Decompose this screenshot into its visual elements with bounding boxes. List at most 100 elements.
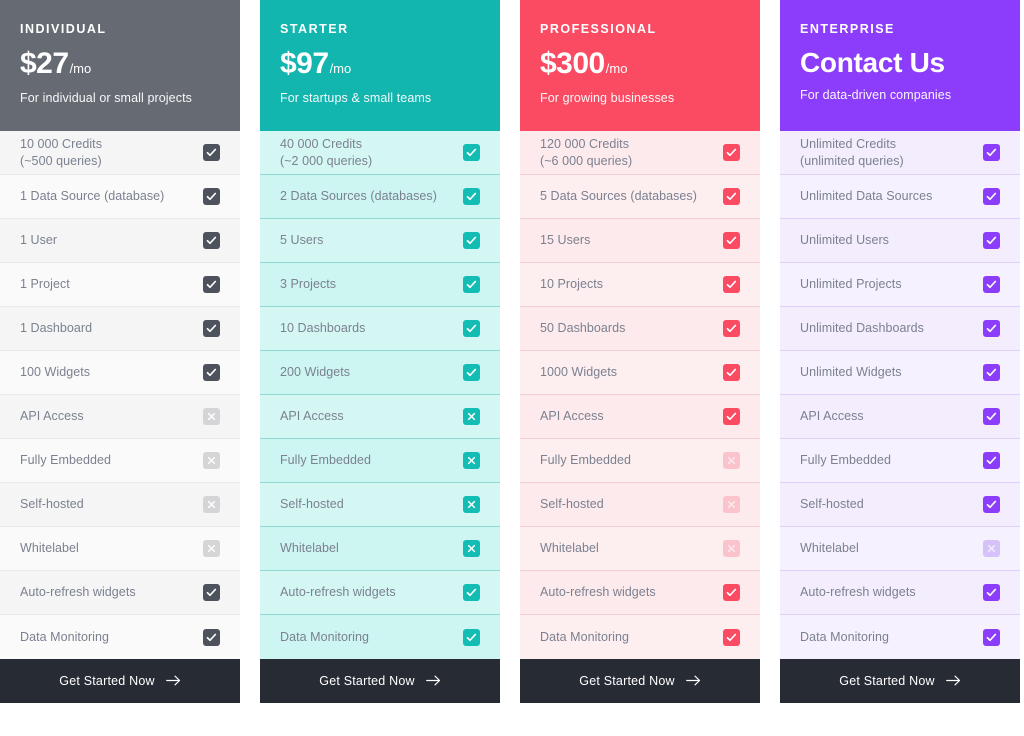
get-started-button-individual[interactable]: Get Started Now <box>0 659 240 703</box>
get-started-label: Get Started Now <box>319 673 415 688</box>
feature-label-main: 1 Project <box>20 277 70 292</box>
checkbox-checked-icon <box>983 628 1000 646</box>
feature-label: Unlimited Credits (unlimited queries) <box>800 136 904 170</box>
feature-row: 1 Data Source (database) <box>0 175 240 220</box>
checkbox-checked-icon <box>983 320 1000 338</box>
checkbox-cross-icon <box>723 452 740 470</box>
feature-row: 100 Widgets <box>0 351 240 396</box>
feature-label: Data Monitoring <box>800 629 889 646</box>
plan-tagline: For data-driven companies <box>800 88 952 103</box>
checkbox-checked-icon <box>463 628 480 646</box>
plan-header-professional: PROFESSIONAL $300/mo For growing businesse… <box>520 0 760 132</box>
checkbox-cross-icon <box>983 540 1000 558</box>
plan-tagline: For individual or small projects <box>20 90 193 105</box>
checkbox-checked-icon <box>203 276 220 294</box>
feature-label-main: 1 User <box>20 233 58 248</box>
feature-label: 120 000 Credits (~6 000 queries) <box>540 136 632 170</box>
feature-row: Self-hosted <box>260 483 500 528</box>
feature-label-main: Self-hosted <box>800 497 864 512</box>
feature-row: API Access <box>260 395 500 440</box>
feature-row: 1000 Widgets <box>520 351 760 396</box>
feature-label: Self-hosted <box>20 496 84 513</box>
feature-row: Unlimited Users <box>780 219 1020 264</box>
checkbox-checked-icon <box>983 452 1000 470</box>
checkbox-checked-icon <box>983 232 1000 250</box>
feature-label-main: Unlimited Users <box>800 233 889 248</box>
feature-row: Unlimited Credits (unlimited queries) <box>780 131 1020 176</box>
get-started-button-professional[interactable]: Get Started Now <box>520 659 760 703</box>
feature-label: 5 Data Sources (databases) <box>540 188 697 205</box>
feature-label: 2 Data Sources (databases) <box>280 188 437 205</box>
feature-label: Whitelabel <box>280 540 339 557</box>
plan-price: Contact Us <box>800 47 945 78</box>
feature-label-main: Data Monitoring <box>280 629 369 644</box>
checkbox-cross-icon <box>463 540 480 558</box>
feature-label: API Access <box>800 408 864 425</box>
feature-label-main: Unlimited Projects <box>800 277 902 292</box>
feature-label: 1 Dashboard <box>20 320 92 337</box>
feature-label-main: Unlimited Data Sources <box>800 189 933 204</box>
feature-label: Whitelabel <box>540 540 599 557</box>
feature-row: 15 Users <box>520 219 760 264</box>
checkbox-checked-icon <box>983 188 1000 206</box>
feature-label: 200 Widgets <box>280 364 350 381</box>
feature-label: Unlimited Widgets <box>800 364 902 381</box>
feature-list-professional: 120 000 Credits (~6 000 queries) 5 Data So… <box>520 131 760 660</box>
feature-label: 10 000 Credits (~500 queries) <box>20 136 102 170</box>
get-started-button-enterprise[interactable]: Get Started Now <box>780 659 1020 703</box>
feature-label-main: Unlimited Credits <box>800 136 897 151</box>
feature-row: 3 Projects <box>260 263 500 308</box>
plan-price: $27 <box>20 47 69 80</box>
feature-label-main: Whitelabel <box>800 541 859 556</box>
plan-name: STARTER <box>280 22 349 36</box>
feature-label-main: Self-hosted <box>20 497 84 512</box>
checkbox-cross-icon <box>463 496 480 514</box>
feature-label: 5 Users <box>280 232 323 249</box>
feature-row: Data Monitoring <box>780 615 1020 660</box>
feature-label: 10 Dashboards <box>280 320 365 337</box>
feature-label-main: Self-hosted <box>280 497 344 512</box>
checkbox-cross-icon <box>723 540 740 558</box>
feature-label: 100 Widgets <box>20 364 90 381</box>
feature-row: Unlimited Projects <box>780 263 1020 308</box>
feature-row: 10 000 Credits (~500 queries) <box>0 131 240 176</box>
feature-row: Fully Embedded <box>0 439 240 484</box>
checkbox-checked-icon <box>203 188 220 206</box>
feature-label-main: Fully Embedded <box>800 453 892 468</box>
feature-row: 1 User <box>0 219 240 264</box>
feature-row: Whitelabel <box>0 527 240 572</box>
feature-label-main: 1000 Widgets <box>540 365 618 380</box>
feature-label-main: API Access <box>800 409 864 424</box>
checkbox-checked-icon <box>723 276 740 294</box>
feature-row: 10 Projects <box>520 263 760 308</box>
feature-label: 1 Project <box>20 276 70 293</box>
bottom-spacer <box>520 702 760 736</box>
pricing-table: INDIVIDUAL $27/mo For individual or small … <box>0 0 1024 736</box>
feature-list-individual: 10 000 Credits (~500 queries) 1 Data Sourc… <box>0 131 240 660</box>
feature-label: Auto-refresh widgets <box>280 584 396 601</box>
checkbox-checked-icon <box>983 584 1000 602</box>
feature-label-sub: (~6 000 queries) <box>540 153 633 168</box>
checkbox-checked-icon <box>203 364 220 382</box>
plan-column-professional: PROFESSIONAL $300/mo For growing businesse… <box>520 0 760 736</box>
feature-label-main: Data Monitoring <box>800 629 889 644</box>
feature-label: Self-hosted <box>800 496 864 513</box>
feature-label-main: 1 Dashboard <box>20 321 93 336</box>
feature-row: Whitelabel <box>520 527 760 572</box>
feature-label: Whitelabel <box>20 540 79 557</box>
feature-label-main: Self-hosted <box>540 497 604 512</box>
feature-label: 15 Users <box>540 232 590 249</box>
plan-column-enterprise: ENTERPRISE Contact Us For data-driven comp… <box>780 0 1020 736</box>
feature-row: 40 000 Credits (~2 000 queries) <box>260 131 500 176</box>
feature-row: Self-hosted <box>520 483 760 528</box>
get-started-button-starter[interactable]: Get Started Now <box>260 659 500 703</box>
feature-row: Fully Embedded <box>780 439 1020 484</box>
get-started-label: Get Started Now <box>59 673 155 688</box>
feature-row: 120 000 Credits (~6 000 queries) <box>520 131 760 176</box>
feature-label: API Access <box>20 408 84 425</box>
feature-label: Auto-refresh widgets <box>800 584 916 601</box>
feature-label: Fully Embedded <box>20 452 111 469</box>
checkbox-cross-icon <box>203 408 220 426</box>
checkbox-checked-icon <box>723 408 740 426</box>
checkbox-cross-icon <box>203 540 220 558</box>
